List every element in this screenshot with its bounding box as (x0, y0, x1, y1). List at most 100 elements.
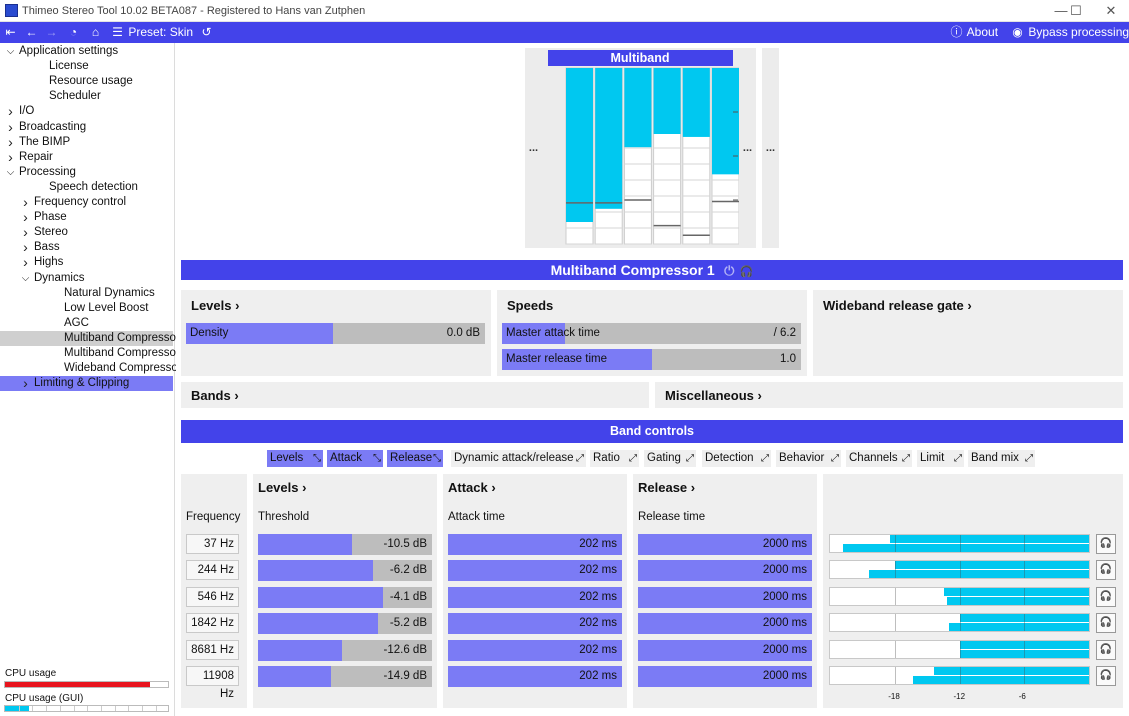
release-time-slider[interactable]: 2000 ms (638, 560, 812, 582)
sidebar-item-14[interactable]: › Highs (0, 255, 173, 270)
attack-time-slider[interactable]: 202 ms (448, 613, 622, 635)
undo-icon[interactable]: ↺ (199, 22, 214, 43)
chevron-right-icon[interactable]: › (5, 104, 16, 119)
sidebar-item-9[interactable]: Speech detection (0, 180, 173, 195)
band-control-tab-2[interactable]: Release ⤡ (387, 450, 443, 467)
chevron-down-icon[interactable]: ⌵ (5, 165, 16, 180)
meter-left-more-button[interactable]: ... (525, 48, 542, 248)
sidebar-item-4[interactable]: › I/O (0, 104, 173, 119)
band-control-tab-9[interactable]: Limit ⤢ (917, 450, 964, 467)
sidebar-item-22[interactable]: › Limiting & Clipping (0, 376, 173, 392)
band-solo-headphones-icon[interactable]: 🎧 (1096, 560, 1116, 581)
speeds-section-title[interactable]: Speeds (507, 298, 553, 313)
chevron-right-icon[interactable]: › (5, 149, 16, 165)
band-solo-headphones-icon[interactable]: 🎧 (1096, 666, 1116, 686)
sidebar-item-18[interactable]: AGC (0, 316, 173, 331)
master-release-slider[interactable]: Master release time 1.0 (502, 349, 801, 370)
sidebar-item-0[interactable]: ⌵ Application settings (0, 44, 173, 59)
chevron-right-icon[interactable]: › (20, 210, 31, 225)
threshold-slider[interactable]: -4.1 dB (258, 586, 432, 608)
misc-section-title[interactable]: Miscellaneous › (665, 388, 762, 403)
meter-right-more-button-2[interactable]: ... (762, 48, 779, 248)
release-time-slider[interactable]: 2000 ms (638, 534, 812, 555)
expand-icon: ⤢ (576, 453, 584, 464)
power-icon[interactable]: ⏻ (724, 263, 734, 278)
band-control-tab-0[interactable]: Levels ⤡ (267, 450, 323, 467)
forward-icon[interactable]: → (44, 22, 59, 43)
chevron-right-icon[interactable]: › (5, 134, 16, 150)
band-control-tab-1[interactable]: Attack ⤡ (327, 450, 383, 467)
home-icon[interactable]: ⌂ (88, 22, 103, 43)
chevron-right-icon[interactable]: › (20, 195, 31, 210)
sidebar-item-1[interactable]: License (0, 59, 173, 74)
sidebar-item-16[interactable]: Natural Dynamics (0, 286, 173, 301)
band-control-tab-6[interactable]: Detection ⤢ (702, 450, 771, 467)
band-control-tab-8[interactable]: Channels ⤢ (846, 450, 912, 467)
band-control-tab-5[interactable]: Gating ⤢ (644, 450, 696, 467)
attack-time-slider[interactable]: 202 ms (448, 639, 622, 661)
close-button[interactable]: ✕ (1094, 0, 1128, 22)
meter-right-more-button-1[interactable]: ... (739, 48, 756, 248)
release-column-title[interactable]: Release › (638, 480, 695, 495)
sidebar-item-11[interactable]: › Phase (0, 210, 173, 225)
chevron-right-icon[interactable]: › (20, 255, 31, 270)
bands-section-title[interactable]: Bands › (191, 388, 239, 403)
bypass-button[interactable]: ◉ Bypass processing (1010, 22, 1129, 43)
master-attack-slider[interactable]: Master attack time / 6.2 (502, 323, 801, 344)
chevron-right-icon[interactable]: › (20, 225, 31, 240)
sidebar-item-8[interactable]: ⌵ Processing (0, 165, 173, 180)
threshold-slider[interactable]: -14.9 dB (258, 666, 432, 687)
back-icon[interactable]: ← (24, 22, 39, 43)
chevron-down-icon[interactable]: ⌵ (5, 44, 16, 59)
sidebar-item-3[interactable]: Scheduler (0, 89, 173, 104)
release-time-slider[interactable]: 2000 ms (638, 586, 812, 608)
threshold-slider[interactable]: -5.2 dB (258, 613, 432, 635)
sidebar-item-6[interactable]: › The BIMP (0, 134, 173, 150)
band-control-tab-10[interactable]: Band mix ⤢ (968, 450, 1035, 467)
headphones-icon[interactable]: 🎧 (740, 266, 754, 278)
chevron-right-icon[interactable]: › (5, 119, 16, 135)
attack-time-slider[interactable]: 202 ms (448, 560, 622, 582)
threshold-slider[interactable]: -12.6 dB (258, 639, 432, 661)
chevron-right-icon[interactable]: › (20, 376, 31, 391)
dashboard-icon[interactable]: ◔ (66, 22, 81, 43)
sidebar-item-10[interactable]: › Frequency control (0, 195, 173, 210)
sidebar-item-12[interactable]: › Stereo (0, 225, 173, 240)
attack-time-slider[interactable]: 202 ms (448, 534, 622, 555)
first-icon[interactable]: ⇤ (3, 22, 18, 43)
band-control-tab-4[interactable]: Ratio ⤢ (590, 450, 639, 467)
sidebar-item-15[interactable]: ⌵ Dynamics (0, 271, 173, 286)
threshold-slider[interactable]: -6.2 dB (258, 560, 432, 582)
sidebar-item-20[interactable]: Multiband Compressor 2 (0, 346, 189, 361)
levels-section-title[interactable]: Levels › (191, 298, 239, 313)
wideband-gate-title[interactable]: Wideband release gate › (823, 298, 972, 313)
release-time-slider[interactable]: 2000 ms (638, 639, 812, 661)
sidebar-item-21[interactable]: Wideband Compressor (0, 361, 182, 376)
band-solo-headphones-icon[interactable]: 🎧 (1096, 534, 1116, 554)
release-time-slider[interactable]: 2000 ms (638, 666, 812, 687)
sidebar-item-5[interactable]: › Broadcasting (0, 119, 173, 135)
chevron-right-icon[interactable]: › (20, 240, 31, 255)
chevron-down-icon[interactable]: ⌵ (20, 271, 31, 286)
band-control-tab-3[interactable]: Dynamic attack/release ⤢ (451, 450, 586, 467)
band-solo-headphones-icon[interactable]: 🎧 (1096, 586, 1116, 607)
sidebar-item-19[interactable]: Multiband Compressor 1 (0, 330, 189, 346)
preset-button[interactable]: ☰ Preset: Skin (110, 22, 193, 43)
attack-time-slider[interactable]: 202 ms (448, 666, 622, 687)
density-slider[interactable]: Density 0.0 dB (186, 323, 485, 344)
sidebar-item-2[interactable]: Resource usage (0, 74, 173, 89)
about-button[interactable]: ⓘ About (949, 22, 998, 43)
sidebar-item-13[interactable]: › Bass (0, 240, 173, 255)
sidebar-item-17[interactable]: Low Level Boost (0, 301, 173, 316)
band-control-tab-7[interactable]: Behavior ⤢ (776, 450, 841, 467)
release-time-slider[interactable]: 2000 ms (638, 613, 812, 635)
band-solo-headphones-icon[interactable]: 🎧 (1096, 613, 1116, 634)
attack-time-slider[interactable]: 202 ms (448, 586, 622, 608)
levels-column-title[interactable]: Levels › (258, 480, 306, 495)
band-solo-headphones-icon[interactable]: 🎧 (1096, 639, 1116, 660)
maximize-button[interactable]: ☐ (1059, 0, 1093, 22)
sidebar-item-7[interactable]: › Repair (0, 149, 173, 165)
threshold-slider[interactable]: -10.5 dB (258, 534, 432, 555)
chevron-right-icon: › (690, 480, 696, 495)
attack-column-title[interactable]: Attack › (448, 480, 496, 495)
